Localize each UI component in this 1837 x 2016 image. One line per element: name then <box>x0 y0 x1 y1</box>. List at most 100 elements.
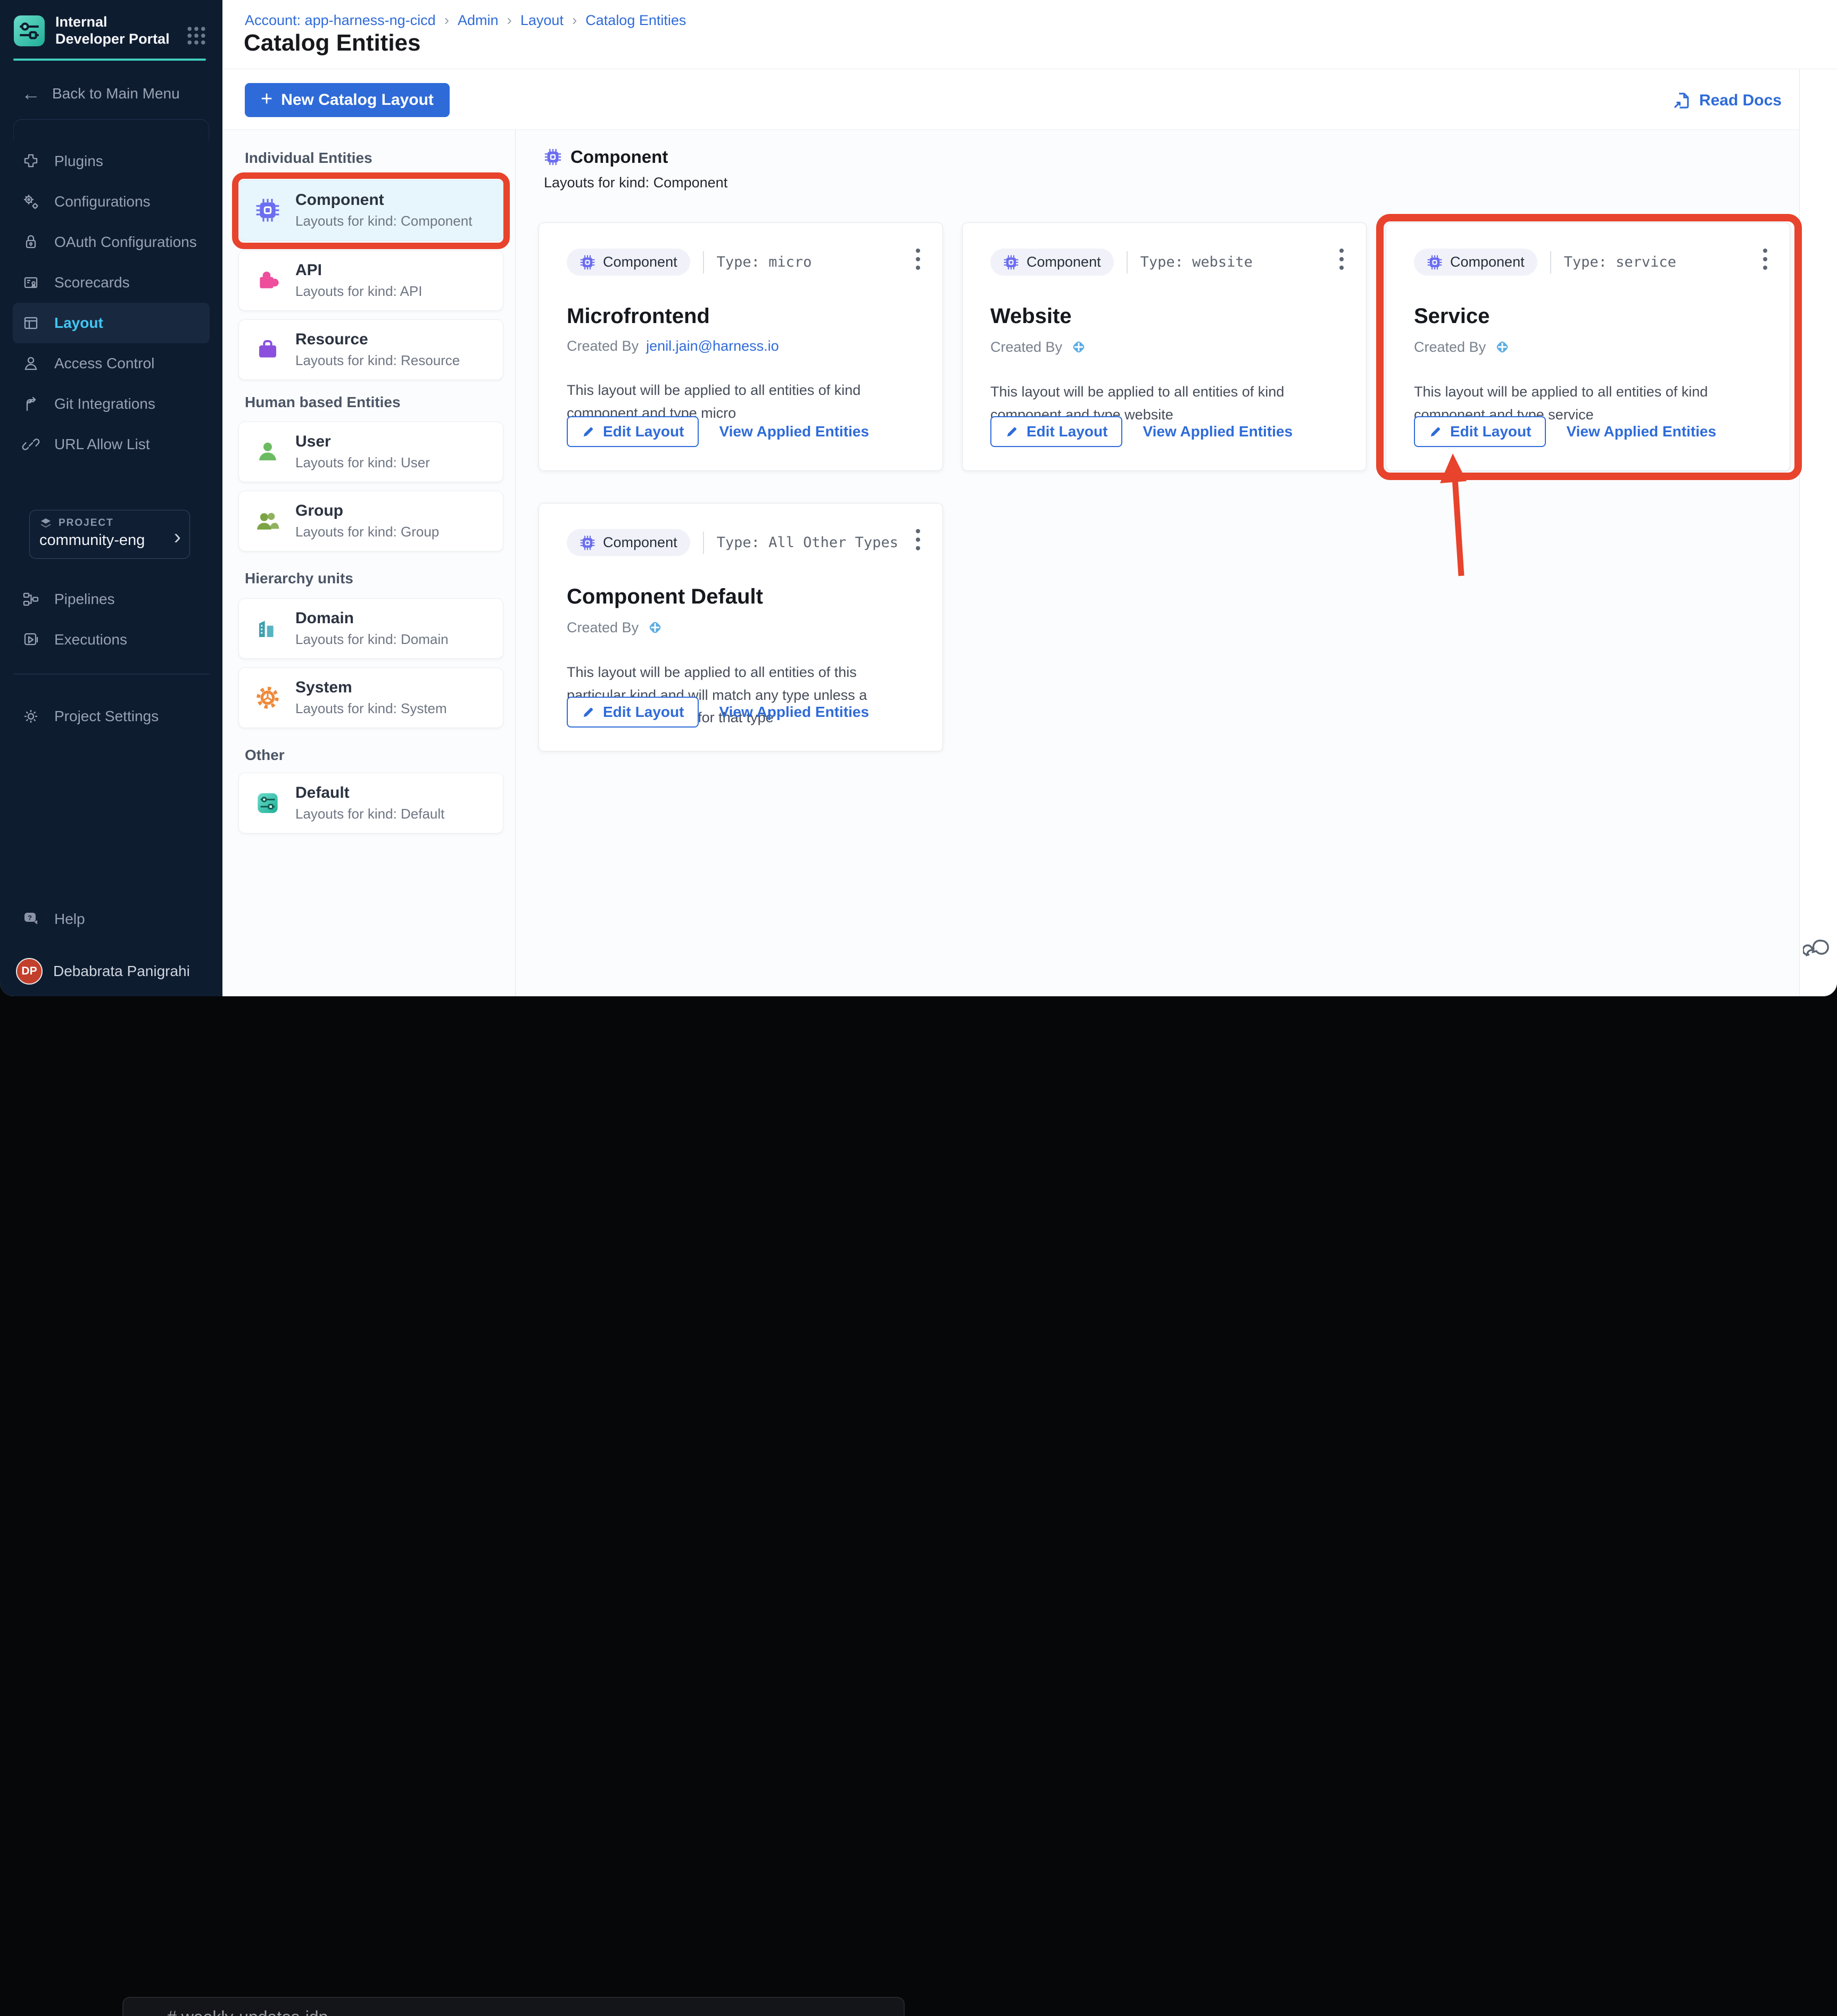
sidebar-item-help[interactable]: ? Help <box>0 899 222 939</box>
entity-item-system[interactable]: System Layouts for kind: System <box>238 667 503 728</box>
view-applied-entities-link[interactable]: View Applied Entities <box>1566 423 1716 440</box>
api-puzzle-icon <box>260 271 279 288</box>
breadcrumb-catalog-entities[interactable]: Catalog Entities <box>585 12 686 29</box>
sidebar-item-oauth-configurations[interactable]: OAuth Configurations <box>0 222 222 262</box>
edit-layout-button[interactable]: Edit Layout <box>567 416 699 447</box>
entity-item-default[interactable]: Default Layouts for kind: Default <box>238 773 503 833</box>
project-selector[interactable]: PROJECT community-eng › <box>29 510 190 559</box>
kebab-menu-icon[interactable] <box>1759 244 1772 277</box>
executions-icon <box>24 633 38 646</box>
chevron-right-icon: › <box>173 525 181 549</box>
new-catalog-layout-button[interactable]: + New Catalog Layout <box>245 83 450 117</box>
entity-name: User <box>295 433 331 450</box>
sidebar-item-url-allow-list[interactable]: URL Allow List <box>0 424 222 465</box>
harness-user-icon <box>1073 341 1085 353</box>
type-text: Type: service <box>1563 254 1676 270</box>
sidebar-item-project-settings[interactable]: Project Settings <box>0 696 222 737</box>
kind-badge: Component <box>1414 249 1537 276</box>
nav-label: OAuth Configurations <box>54 234 197 250</box>
sidebar-item-access-control[interactable]: Access Control <box>0 343 222 384</box>
nav-label: URL Allow List <box>54 436 150 452</box>
sidebar-item-scorecards[interactable]: Scorecards <box>0 262 222 303</box>
edit-layout-button[interactable]: Edit Layout <box>1414 416 1546 447</box>
edit-layout-button[interactable]: Edit Layout <box>567 697 699 728</box>
entity-item-domain[interactable]: Domain Layouts for kind: Domain <box>238 598 503 659</box>
section-label-individual-entities: Individual Entities <box>245 150 373 166</box>
layers-icon <box>41 518 51 528</box>
breadcrumb-separator: › <box>572 12 577 28</box>
gear-icon <box>24 710 37 723</box>
harness-user-icon <box>1496 341 1508 353</box>
kebab-menu-icon[interactable] <box>912 244 924 277</box>
kind-title: Component <box>570 147 668 167</box>
view-applied-entities-link[interactable]: View Applied Entities <box>1143 423 1293 440</box>
back-arrow-icon: ← <box>21 82 40 104</box>
edit-layout-label: Edit Layout <box>1027 423 1108 440</box>
breadcrumb-admin[interactable]: Admin <box>458 12 499 29</box>
section-label-hierarchy-units: Hierarchy units <box>245 570 353 586</box>
entity-panel-divider <box>515 130 516 996</box>
breadcrumb-layout[interactable]: Layout <box>520 12 564 29</box>
sidebar-item-git-integrations[interactable]: Git Integrations <box>0 384 222 424</box>
layout-card-title: Component Default <box>567 585 763 608</box>
breadcrumb-account[interactable]: Account: app-harness-ng-cicd <box>245 12 436 29</box>
entity-desc: Layouts for kind: Default <box>295 806 445 822</box>
chat-support-icon[interactable] <box>1802 935 1833 967</box>
view-applied-entities-link[interactable]: View Applied Entities <box>719 423 869 440</box>
badge-type-divider <box>702 251 704 274</box>
project-name: community-eng <box>39 532 145 549</box>
entity-name: Group <box>295 502 343 519</box>
help-chat-icon: ? <box>24 913 37 924</box>
user-menu[interactable]: DP Debabrata Panigrahi <box>16 958 190 985</box>
badge-type-divider <box>1126 251 1128 274</box>
system-gear-icon <box>256 687 279 709</box>
entity-item-api[interactable]: API Layouts for kind: API <box>238 250 503 311</box>
sidebar: Internal Developer Portal ← Back to Main… <box>0 0 222 996</box>
entity-desc: Layouts for kind: API <box>295 283 423 299</box>
sidebar-item-executions[interactable]: Executions <box>0 619 222 660</box>
read-docs-link[interactable]: Read Docs <box>1671 90 1782 111</box>
component-chip-icon <box>544 148 561 166</box>
link-icon <box>22 439 40 450</box>
scorecard-icon <box>24 277 38 288</box>
entity-item-resource[interactable]: Resource Layouts for kind: Resource <box>238 319 503 380</box>
created-by-label: Created By <box>990 338 1063 355</box>
nav-label: Configurations <box>54 193 151 210</box>
kind-subtitle: Layouts for kind: Component <box>544 175 728 191</box>
entity-name: Default <box>295 784 350 802</box>
created-by-email-link[interactable]: jenil.jain@harness.io <box>646 338 779 354</box>
kebab-menu-icon[interactable] <box>912 525 924 557</box>
sidebar-item-pipelines[interactable]: Pipelines <box>0 579 222 619</box>
background-window-strip: # weekly-updates-idp <box>0 996 1837 2016</box>
layout-card-microfrontend: Component Type: micro Microfrontend Crea… <box>539 222 943 471</box>
entity-item-user[interactable]: User Layouts for kind: User <box>238 422 503 482</box>
pencil-icon <box>583 708 593 717</box>
briefcase-icon <box>259 340 276 358</box>
sidebar-item-configurations[interactable]: Configurations <box>0 181 222 222</box>
app-switcher-grid-icon[interactable] <box>184 23 209 51</box>
layout-card-title: Website <box>990 304 1072 328</box>
pencil-icon <box>1430 427 1440 437</box>
sidebar-item-plugins[interactable]: Plugins <box>0 141 222 181</box>
avatar: DP <box>16 958 43 985</box>
default-logo-icon <box>258 793 278 813</box>
breadcrumb: Account: app-harness-ng-cicd › Admin › L… <box>245 12 686 29</box>
layout-card-component-default: Component Type: All Other Types Componen… <box>539 503 943 751</box>
pipelines-icon <box>23 592 39 606</box>
edit-layout-button[interactable]: Edit Layout <box>990 416 1123 447</box>
nav-label: Access Control <box>54 355 155 371</box>
section-label-other: Other <box>245 747 285 763</box>
sidebar-item-layout[interactable]: Layout <box>13 303 210 343</box>
kebab-menu-icon[interactable] <box>1335 244 1348 277</box>
entity-item-component[interactable]: Component Layouts for kind: Component <box>238 180 503 241</box>
entity-item-group[interactable]: Group Layouts for kind: Group <box>238 491 503 551</box>
app-logo-row[interactable]: Internal Developer Portal <box>14 14 170 48</box>
kind-header: Component <box>544 147 668 167</box>
view-applied-entities-link[interactable]: View Applied Entities <box>719 704 869 721</box>
kind-badge-label: Component <box>1027 254 1101 270</box>
created-by-label: Created By <box>567 338 639 354</box>
back-to-main-menu[interactable]: ← Back to Main Menu <box>21 84 180 103</box>
entity-desc: Layouts for kind: User <box>295 455 430 470</box>
badge-type-divider <box>1550 251 1551 274</box>
entity-name: System <box>295 679 352 696</box>
